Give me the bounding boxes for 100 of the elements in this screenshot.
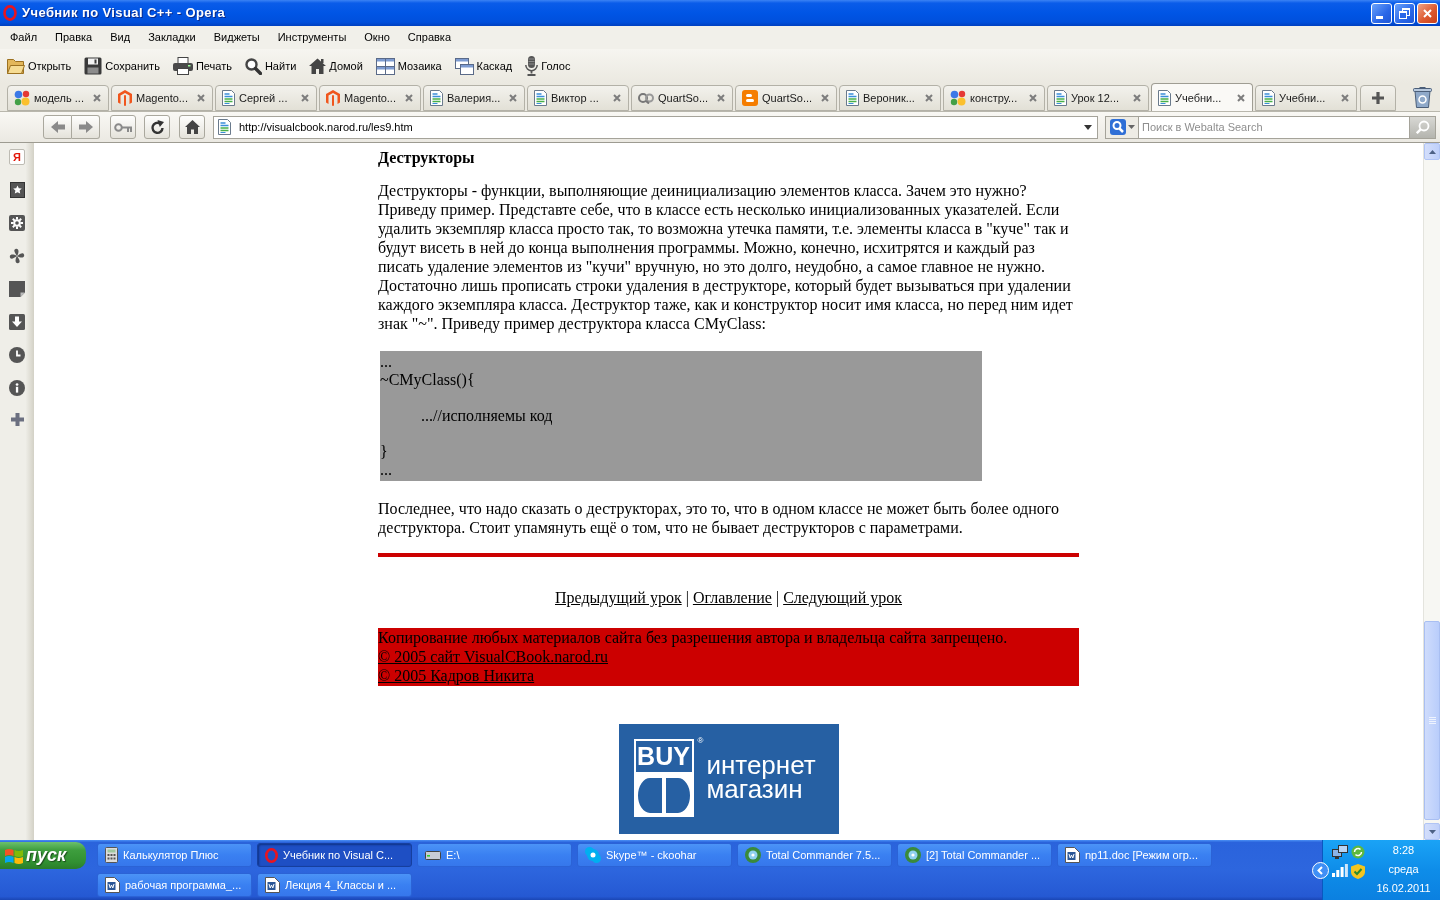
- code-line: ~CMyClass(){: [380, 371, 475, 388]
- update-icon: [1351, 845, 1365, 859]
- search-icon: [1109, 119, 1126, 135]
- show-icons-button[interactable]: [1312, 862, 1329, 879]
- close-icon: [717, 94, 725, 102]
- note-icon[interactable]: [9, 281, 25, 297]
- key-icon: [114, 122, 132, 132]
- browser-tab[interactable]: Урок 12...: [1047, 85, 1149, 111]
- open-button[interactable]: Открыть: [7, 53, 72, 79]
- close-icon: [197, 94, 205, 102]
- panel-logo-button[interactable]: Я: [9, 149, 25, 165]
- taskbar-button[interactable]: Total Commander 7.5...: [737, 843, 892, 867]
- fan-icon[interactable]: [9, 248, 25, 264]
- browser-tab[interactable]: Вероник...: [839, 85, 941, 111]
- close-icon: [821, 94, 829, 102]
- registered-mark: ®: [697, 736, 704, 745]
- paragraph: Последнее, что надо сказать о деструкторах, это то, что в одном классе не может быть более одного деструктора. Стоит упамянуть ещё о том, что не бывает деструкторов с параметрами.: [378, 499, 1060, 537]
- nav-link[interactable]: Предыдущий урок: [555, 589, 682, 606]
- taskbar-button[interactable]: рабочая программа_...: [97, 873, 252, 897]
- taskbar-button[interactable]: Учебник по Visual C...: [257, 843, 412, 867]
- browser-tab[interactable]: Magento...: [319, 85, 421, 111]
- browser-tab[interactable]: QuartSo...: [631, 85, 733, 111]
- menu-item[interactable]: Закладки: [139, 26, 205, 49]
- info-icon[interactable]: [9, 380, 25, 396]
- document-icon: [265, 877, 280, 893]
- menu-item[interactable]: Вид: [101, 26, 140, 49]
- browser-tab[interactable]: Учебни...: [1255, 85, 1357, 111]
- nav-link[interactable]: Следующий урок: [783, 589, 902, 606]
- browser-logo-icon: [3, 5, 17, 21]
- copyright-link[interactable]: © 2005 сайт VisualCBook.narod.ru: [378, 647, 609, 666]
- menu-item[interactable]: Файл: [1, 26, 47, 49]
- scroll-up-button[interactable]: [1424, 143, 1440, 160]
- new-tab-button[interactable]: [1360, 85, 1396, 111]
- search-icon: [244, 57, 262, 75]
- browser-tab[interactable]: Учебни...: [1151, 83, 1253, 111]
- trash-icon[interactable]: [1413, 87, 1432, 108]
- menu-item[interactable]: Правка: [46, 26, 102, 49]
- browser-tab[interactable]: модель ...: [7, 85, 109, 111]
- browser-tab[interactable]: Виктор ...: [527, 85, 629, 111]
- close-button[interactable]: [1417, 2, 1438, 24]
- download-icon[interactable]: [9, 314, 25, 330]
- reload-button[interactable]: [144, 115, 170, 139]
- colored-dots-icon: [950, 90, 966, 106]
- taskbar-button[interactable]: Лекция 4_Классы и ...: [257, 873, 412, 897]
- close-icon: [613, 94, 621, 102]
- gear-icon[interactable]: [9, 215, 25, 231]
- menu-item[interactable]: Инструменты: [268, 26, 356, 49]
- hexagon-logo-icon: [118, 90, 132, 106]
- start-button[interactable]: пуск: [0, 842, 86, 869]
- copyright-link[interactable]: © 2005 Кадров Никита: [378, 666, 535, 685]
- voice-button[interactable]: Голос: [525, 53, 571, 79]
- scrollbar[interactable]: [1423, 143, 1440, 840]
- clock-icon[interactable]: [9, 347, 25, 363]
- close-icon: [1133, 94, 1141, 102]
- home-button[interactable]: [179, 115, 205, 139]
- menu-item[interactable]: Окно: [355, 26, 399, 49]
- nav-link[interactable]: Оглавление: [692, 589, 772, 606]
- cascade-button[interactable]: Каскад: [454, 53, 513, 79]
- print-button[interactable]: Печать: [172, 53, 232, 79]
- browser-tab[interactable]: Сергей ...: [215, 85, 317, 111]
- address-field[interactable]: http://visualcbook.narod.ru/les9.htm: [213, 115, 1098, 139]
- microphone-icon: [525, 56, 539, 76]
- printer-icon: [172, 57, 193, 75]
- tile-button[interactable]: Мозаика: [375, 53, 442, 79]
- scrollbar-thumb[interactable]: [1424, 621, 1440, 820]
- restore-button[interactable]: [1394, 2, 1415, 24]
- find-button[interactable]: Найти: [244, 53, 297, 79]
- taskbar-button[interactable]: [2] Total Commander ...: [897, 843, 1052, 867]
- disk-logo-icon: [745, 847, 761, 863]
- search-field[interactable]: Поиск в Webalta Search: [1139, 115, 1409, 139]
- reload-icon: [149, 119, 165, 135]
- search-engine-button[interactable]: [1105, 115, 1139, 139]
- section-heading: Деструкторы: [378, 148, 476, 167]
- browser-tab[interactable]: Валерия...: [423, 85, 525, 111]
- taskbar-button[interactable]: np11.doc [Режим огр...: [1057, 843, 1212, 867]
- browser-tab[interactable]: Magento...: [111, 85, 213, 111]
- caret-down-icon: [1127, 125, 1135, 129]
- browser-tab[interactable]: QuartSo...: [735, 85, 837, 111]
- key-button[interactable]: [110, 115, 136, 139]
- back-button[interactable]: [43, 115, 72, 139]
- arrow-down-icon: [1428, 829, 1436, 834]
- plus-icon[interactable]: [10, 413, 24, 426]
- taskbar-button[interactable]: Skype™ - ckoohar: [577, 843, 732, 867]
- menu-item[interactable]: Справка: [398, 26, 460, 49]
- home-button[interactable]: Домой: [309, 53, 363, 79]
- browser-tab[interactable]: констру...: [943, 85, 1045, 111]
- caret-down-icon: [1084, 124, 1092, 130]
- weekday-text: среда: [1388, 862, 1419, 877]
- code-line: ...: [380, 353, 392, 370]
- grip-icon: [1428, 717, 1436, 724]
- arrow-left-icon: [50, 121, 65, 133]
- minimize-button[interactable]: [1371, 2, 1392, 24]
- menu-item[interactable]: Виджеты: [204, 26, 269, 49]
- save-button[interactable]: Сохранить: [84, 53, 160, 79]
- code-line: ...//исполняемы код: [421, 407, 553, 424]
- forward-button[interactable]: [72, 115, 100, 139]
- taskbar-button[interactable]: E:\: [417, 843, 572, 867]
- scroll-down-button[interactable]: [1424, 823, 1440, 840]
- shop-banner[interactable]: BUY ® интернет магазин: [618, 724, 839, 834]
- taskbar-button[interactable]: Калькулятор Плюс: [97, 843, 252, 867]
